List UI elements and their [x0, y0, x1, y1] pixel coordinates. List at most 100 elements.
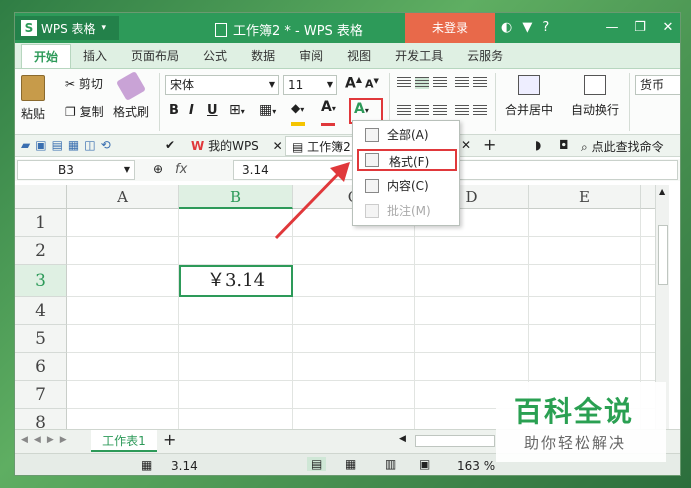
name-box[interactable]: B3 ▼ — [17, 160, 135, 180]
column-header[interactable]: E — [529, 185, 641, 209]
quick-access-icons[interactable]: ▰▣▤▦◫⟲ — [21, 138, 116, 152]
window-title-text: 工作簿2 * - WPS 表格 — [233, 24, 363, 39]
font-name-value: 宋体 — [170, 78, 195, 92]
cut-button[interactable]: ✂ 剪切 — [65, 75, 103, 92]
column-header[interactable]: A — [67, 185, 179, 209]
d-icon[interactable]: ◗ — [535, 138, 541, 152]
row-header[interactable]: 6 — [15, 353, 67, 381]
merge-cells-icon — [518, 75, 540, 95]
pin-icon[interactable]: ✔ — [165, 138, 175, 152]
row-header[interactable]: 5 — [15, 325, 67, 353]
scroll-up-icon[interactable]: ▲ — [659, 187, 665, 196]
selected-cell-b3[interactable]: ￥3.14 — [179, 265, 293, 297]
align-center-icon[interactable] — [415, 105, 429, 117]
row-header[interactable]: 4 — [15, 297, 67, 325]
page-break-view-icon[interactable]: ▥ — [385, 457, 396, 471]
restore-button[interactable]: ❐ — [626, 13, 654, 43]
copy-button[interactable]: ❐ 复制 — [65, 103, 104, 120]
column-header[interactable] — [641, 185, 655, 209]
add-sheet-icon[interactable]: + — [163, 430, 176, 449]
skin-icon[interactable]: ◐ — [501, 20, 512, 35]
help-icon[interactable]: ? — [542, 20, 549, 35]
font-color-button[interactable]: A▾ — [321, 99, 336, 129]
format-painter-button[interactable]: 格式刷 — [113, 70, 149, 120]
close-tab-icon[interactable]: ✕ — [273, 139, 283, 153]
grow-font-button[interactable]: A▲ — [345, 75, 362, 92]
tab-insert[interactable]: 插入 — [71, 44, 119, 68]
shirt-icon[interactable]: ▼ — [522, 20, 532, 35]
row-header[interactable]: 3 — [15, 265, 67, 297]
sheet-nav-icons[interactable]: ◀◀▶▶ — [21, 435, 73, 445]
justify-icon[interactable] — [455, 105, 469, 117]
hscroll-left-icon[interactable]: ◀ — [399, 434, 406, 444]
tab-formulas[interactable]: 公式 — [191, 44, 239, 68]
tab-view[interactable]: 视图 — [335, 44, 383, 68]
font-name-select[interactable]: 宋体 ▼ — [165, 75, 279, 95]
borders-button[interactable]: ⊞▾ — [229, 102, 245, 118]
paste-button[interactable]: 粘贴 — [21, 75, 45, 122]
row-header[interactable]: 8 — [15, 409, 67, 429]
command-search[interactable]: ⌕ 点此查找命令 — [581, 138, 664, 155]
app-menu-button[interactable]: S WPS 表格 ▾ — [15, 16, 119, 40]
row-header[interactable]: 2 — [15, 237, 67, 265]
clear-formats-item[interactable]: 格式(F) — [357, 149, 457, 171]
zoom-search-icon[interactable]: ⊕ — [153, 162, 163, 176]
align-right-icon[interactable] — [433, 105, 447, 117]
horizontal-scroll-thumb[interactable] — [415, 435, 495, 447]
merge-center-button[interactable]: 合并居中 — [505, 75, 553, 118]
number-format-select[interactable]: 货币 — [635, 75, 680, 95]
align-top-icon[interactable] — [397, 77, 411, 89]
clear-all-item[interactable]: 全部(A) — [357, 124, 457, 146]
shrink-font-button[interactable]: A▼ — [365, 77, 379, 91]
clear-comments-icon — [365, 204, 379, 218]
scrollbar-thumb[interactable] — [658, 225, 668, 285]
outdent-icon[interactable] — [473, 77, 487, 89]
settings-icon[interactable]: ◘ — [559, 138, 569, 152]
sheet-tab-1[interactable]: 工作表1 — [91, 430, 157, 452]
tab-cloud[interactable]: 云服务 — [455, 44, 515, 68]
align-bottom-icon[interactable] — [433, 77, 447, 89]
reading-view-icon[interactable]: ▣ — [419, 457, 430, 471]
font-size-select[interactable]: 11 ▼ — [283, 75, 337, 95]
indent-icon[interactable] — [455, 77, 469, 89]
select-all-corner[interactable] — [15, 185, 67, 209]
font-size-value: 11 — [288, 78, 304, 92]
clear-button[interactable]: A▾ — [354, 101, 369, 117]
fill-color-button[interactable]: ◆▾ — [291, 101, 305, 129]
login-button[interactable]: 未登录 — [405, 13, 495, 43]
zoom-level[interactable]: 163 % — [457, 459, 495, 473]
bold-button[interactable]: B — [169, 103, 179, 118]
close-tab-icon[interactable]: ✕ — [461, 138, 471, 152]
normal-view-icon[interactable]: ▤ — [307, 457, 327, 471]
tab-developer[interactable]: 开发工具 — [383, 44, 455, 68]
window-controls: — ❐ ✕ — [598, 13, 680, 43]
tab-page-layout[interactable]: 页面布局 — [119, 44, 191, 68]
tab-home[interactable]: 开始 — [21, 44, 72, 68]
tab-my-wps[interactable]: W 我的WPS ✕ — [185, 136, 289, 156]
align-middle-icon[interactable] — [415, 77, 429, 89]
row-header[interactable]: 1 — [15, 209, 67, 237]
grid-line — [67, 352, 655, 353]
ribbon-separator — [159, 73, 160, 131]
cell-style-button[interactable]: ▦▾ — [259, 102, 276, 118]
wrap-text-button[interactable]: 自动换行 — [571, 75, 619, 118]
italic-button[interactable]: I — [189, 103, 194, 118]
tab-review[interactable]: 审阅 — [287, 44, 335, 68]
column-header[interactable]: B — [179, 185, 293, 209]
tab-data[interactable]: 数据 — [239, 44, 287, 68]
clear-contents-item[interactable]: 内容(C) — [357, 175, 457, 197]
wrap-text-icon — [584, 75, 606, 95]
paste-label: 粘贴 — [21, 107, 46, 121]
minimize-button[interactable]: — — [598, 13, 626, 43]
clear-all-icon — [365, 128, 379, 142]
page-layout-view-icon[interactable]: ▦ — [345, 457, 356, 471]
align-left-icon[interactable] — [397, 105, 411, 117]
close-button[interactable]: ✕ — [654, 13, 680, 43]
distributed-icon[interactable] — [473, 105, 487, 117]
new-tab-icon[interactable]: + — [483, 135, 496, 154]
row-header[interactable]: 7 — [15, 381, 67, 409]
chevron-down-icon: ▼ — [268, 80, 275, 89]
underline-button[interactable]: U — [207, 103, 218, 118]
watermark-title: 百科全说 — [514, 395, 635, 428]
fx-icon[interactable]: fx — [175, 162, 187, 177]
